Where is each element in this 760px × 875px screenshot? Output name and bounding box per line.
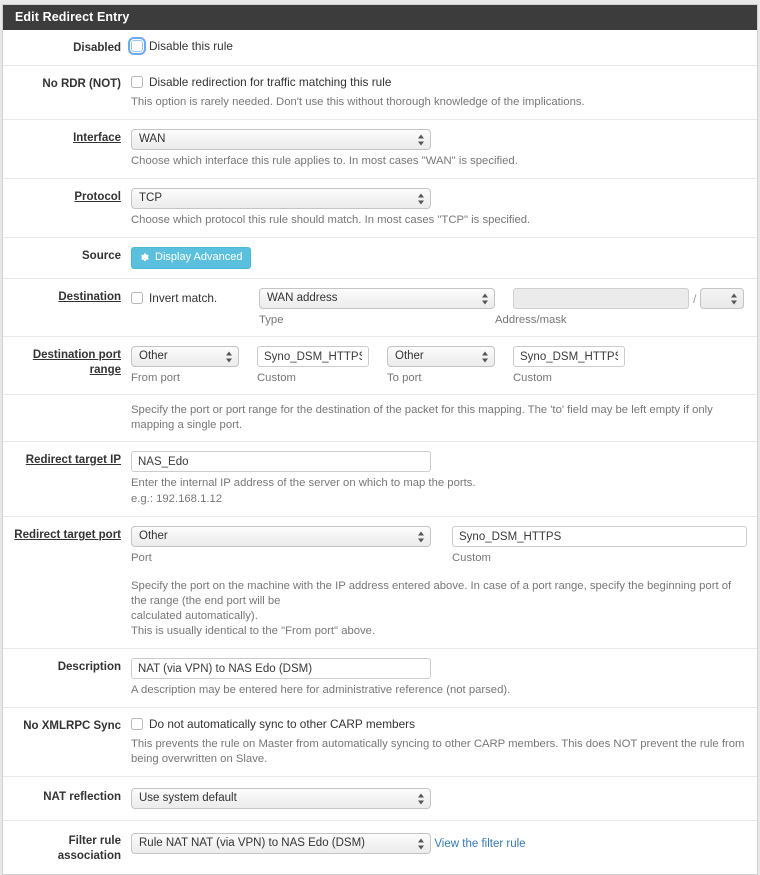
row-nat-reflection: NAT reflection Use system default: [3, 777, 757, 821]
row-interface: Interface WAN Choose which interface thi…: [3, 120, 757, 179]
help-redirect-target-port-3: This is usually identical to the "From p…: [131, 625, 376, 637]
label-nat-reflection: NAT reflection: [43, 791, 121, 803]
to-port-value: Other: [395, 350, 424, 362]
edit-redirect-entry-panel: Edit Redirect Entry Disabled Disable thi…: [2, 4, 758, 875]
chevron-updown-icon: [418, 530, 425, 543]
chevron-updown-icon: [731, 292, 738, 305]
chevron-updown-icon: [418, 192, 425, 205]
filter-rule-association-value: Rule NAT NAT (via VPN) to NAS Edo (DSM): [139, 837, 366, 850]
row-description: Description A description may be entered…: [3, 649, 757, 708]
no-rdr-checkbox[interactable]: Disable redirection for traffic matching…: [131, 75, 391, 89]
row-port-range-help: Specify the port or port range for the d…: [3, 395, 757, 442]
to-port-select[interactable]: Other: [387, 346, 495, 367]
address-mask-separator: /: [693, 291, 697, 306]
from-port-value: Other: [139, 350, 168, 362]
gear-icon: [141, 253, 149, 261]
help-destination-port-range: Specify the port or port range for the d…: [131, 404, 713, 431]
nat-reflection-value: Use system default: [139, 792, 237, 804]
help-no-xmlrpc-sync: This prevents the rule on Master from au…: [131, 738, 745, 765]
to-port-sublabel: To port: [387, 372, 422, 384]
chevron-updown-icon: [482, 350, 489, 363]
from-port-custom-input[interactable]: [257, 346, 369, 367]
label-disabled: Disabled: [73, 42, 121, 54]
to-port-custom-input[interactable]: [513, 346, 625, 367]
checkbox-box-disabled[interactable]: [128, 37, 146, 55]
redirect-target-port-sublabel: Port: [131, 552, 152, 564]
label-source: Source: [82, 250, 121, 262]
form-body: Disabled Disable this rule No RDR (NOT) …: [3, 30, 757, 874]
checkbox-box-invert-match[interactable]: [131, 292, 143, 304]
destination-address-sublabel: Address/mask: [495, 314, 567, 326]
label-port-range-help-spacer: [3, 403, 131, 405]
protocol-select[interactable]: TCP: [131, 188, 431, 209]
checkbox-box-no-rdr[interactable]: [131, 76, 143, 88]
destination-mask-select[interactable]: [700, 288, 745, 309]
checkbox-label-disabled: Disable this rule: [149, 39, 233, 53]
chevron-updown-icon: [418, 133, 425, 146]
help-description: A description may be entered here for ad…: [131, 684, 511, 696]
protocol-select-value: TCP: [139, 192, 162, 204]
chevron-updown-icon: [418, 792, 425, 805]
invert-match-checkbox[interactable]: Invert match.: [131, 291, 217, 305]
row-source: Source Display Advanced: [3, 238, 757, 279]
label-redirect-target-ip[interactable]: Redirect target IP: [3, 451, 131, 468]
destination-address-input[interactable]: [513, 288, 689, 309]
row-destination: Destination Invert match. WAN address Ty…: [3, 279, 757, 337]
description-input[interactable]: [131, 658, 431, 679]
nat-reflection-select[interactable]: Use system default: [131, 788, 431, 809]
from-port-custom-sublabel: Custom: [257, 372, 296, 384]
label-no-xmlrpc-sync: No XMLRPC Sync: [23, 720, 121, 732]
chevron-updown-icon: [418, 837, 425, 850]
label-no-rdr: No RDR (NOT): [42, 78, 121, 90]
label-redirect-target-port[interactable]: Redirect target port: [3, 526, 131, 543]
from-port-select[interactable]: Other: [131, 346, 239, 367]
to-port-custom-sublabel: Custom: [513, 372, 552, 384]
interface-select-value: WAN: [139, 133, 166, 145]
display-advanced-label: Display Advanced: [155, 251, 243, 263]
label-destination[interactable]: Destination: [3, 288, 131, 305]
label-description: Description: [57, 661, 121, 673]
row-protocol: Protocol TCP Choose which protocol this …: [3, 179, 757, 238]
checkbox-label-no-xmlrpc-sync: Do not automatically sync to other CARP …: [149, 717, 415, 731]
help-redirect-target-port-1: Specify the port on the machine with the…: [131, 580, 732, 607]
row-redirect-target-ip: Redirect target IP Enter the internal IP…: [3, 442, 757, 517]
destination-type-value: WAN address: [267, 292, 338, 304]
help-redirect-target-port-2: calculated automatically).: [131, 610, 258, 622]
chevron-updown-icon: [226, 350, 233, 363]
chevron-updown-icon: [482, 292, 489, 305]
checkbox-box-no-xmlrpc-sync[interactable]: [131, 718, 143, 730]
label-protocol[interactable]: Protocol: [3, 188, 131, 205]
redirect-target-port-custom-sublabel: Custom: [452, 552, 491, 564]
row-redirect-target-port: Redirect target port Other Port Custom: [3, 517, 757, 649]
disable-this-rule-checkbox[interactable]: Disable this rule: [128, 37, 233, 55]
help-no-rdr: This option is rarely needed. Don't use …: [131, 96, 585, 108]
display-advanced-button[interactable]: Display Advanced: [131, 247, 252, 269]
help-redirect-target-ip-1: Enter the internal IP address of the ser…: [131, 477, 476, 489]
row-destination-port-range: Destination port range Other From port C…: [3, 337, 757, 395]
redirect-target-ip-input[interactable]: [131, 451, 431, 472]
interface-select[interactable]: WAN: [131, 129, 431, 150]
view-the-filter-rule-link[interactable]: View the filter rule: [434, 838, 525, 850]
no-xmlrpc-sync-checkbox[interactable]: Do not automatically sync to other CARP …: [131, 717, 415, 731]
destination-type-sublabel: Type: [259, 314, 284, 326]
help-protocol: Choose which protocol this rule should m…: [131, 214, 531, 226]
label-interface[interactable]: Interface: [3, 129, 131, 146]
filter-rule-association-select[interactable]: Rule NAT NAT (via VPN) to NAS Edo (DSM): [131, 833, 431, 855]
row-no-xmlrpc-sync: No XMLRPC Sync Do not automatically sync…: [3, 708, 757, 777]
label-destination-port-range[interactable]: Destination port range: [3, 346, 131, 378]
redirect-target-port-select[interactable]: Other: [131, 526, 431, 547]
panel-title: Edit Redirect Entry: [3, 5, 757, 30]
checkbox-label-no-rdr: Disable redirection for traffic matching…: [149, 75, 392, 89]
checkbox-label-invert-match: Invert match.: [149, 291, 218, 305]
help-interface: Choose which interface this rule applies…: [131, 155, 518, 167]
row-no-rdr: No RDR (NOT) Disable redirection for tra…: [3, 66, 757, 120]
row-filter-rule-association: Filter rule association Rule NAT NAT (vi…: [3, 821, 757, 874]
from-port-sublabel: From port: [131, 372, 180, 384]
redirect-target-port-value: Other: [139, 530, 168, 542]
help-redirect-target-ip-2: e.g.: 192.168.1.12: [131, 493, 223, 505]
destination-type-select[interactable]: WAN address: [259, 288, 495, 309]
redirect-target-port-custom-input[interactable]: [452, 526, 747, 547]
label-filter-rule-association: Filter rule association: [57, 835, 121, 862]
row-disabled: Disabled Disable this rule: [3, 30, 757, 66]
